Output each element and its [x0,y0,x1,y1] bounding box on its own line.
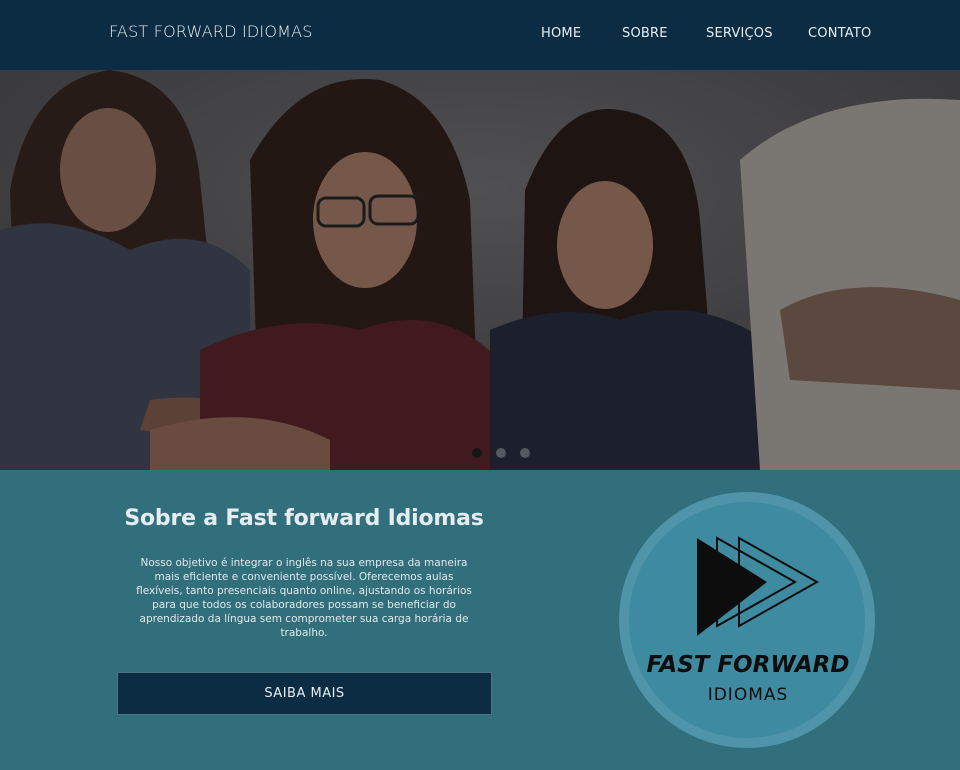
site-header: FAST FORWARD IDIOMAS HOME SOBRE SERVIÇOS… [0,0,960,70]
carousel-dot-1[interactable] [472,448,482,458]
about-description: Nosso objetivo é integrar o inglês na su… [136,557,472,639]
about-title: Sobre a Fast forward Idiomas [124,506,484,531]
hero-photo [0,70,960,470]
carousel-indicators [0,448,960,462]
about-section: Sobre a Fast forward Idiomas Nosso objet… [0,470,960,770]
nav-servicos[interactable]: SERVIÇOS [706,26,773,41]
company-logo: FAST FORWARD IDIOMAS [617,490,877,750]
nav-contato[interactable]: CONTATO [808,26,871,41]
logo-text-line1: FAST FORWARD [647,652,850,678]
main-nav: HOME SOBRE SERVIÇOS CONTATO [0,26,960,46]
hero-carousel[interactable] [0,70,960,470]
saiba-mais-button[interactable]: SAIBA MAIS [117,672,492,715]
carousel-dot-3[interactable] [520,448,530,458]
logo-text-line2: IDIOMAS [708,685,789,705]
nav-sobre[interactable]: SOBRE [622,26,668,41]
carousel-dot-2[interactable] [496,448,506,458]
fast-forward-logo-icon: FAST FORWARD IDIOMAS [619,492,875,748]
nav-home[interactable]: HOME [541,26,581,41]
